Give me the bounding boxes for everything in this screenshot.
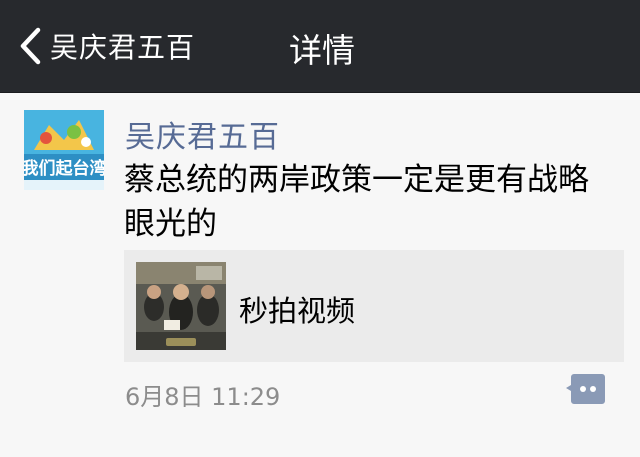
back-label: 吴庆君五百 [50, 31, 196, 64]
post-text: 蔡总统的两岸政策一定是更有战略眼光的 [124, 162, 589, 242]
avatar-image: 我们起台湾 [24, 110, 104, 190]
comment-button[interactable] [566, 372, 606, 406]
comment-bubble-icon [566, 374, 605, 404]
back-button[interactable]: 吴庆君五百 [18, 22, 195, 70]
thumbnail-image [136, 262, 226, 350]
page-title: 详情 [289, 31, 355, 70]
author-name[interactable]: 吴庆君五百 [125, 112, 280, 156]
avatar[interactable]: 我们起台湾 [24, 110, 104, 190]
video-link-card[interactable]: 秒拍视频 [124, 250, 624, 362]
video-link-title: 秒拍视频 [239, 294, 356, 328]
video-thumbnail [136, 262, 226, 350]
chevron-left-icon [20, 27, 41, 65]
moment-post: 我们起台湾 吴庆君五百 蔡总统的两岸政策一定是更有战略眼光的 秒拍视频 6月8日… [0, 92, 640, 457]
avatar-lettering: 我们起台湾 [24, 158, 104, 179]
post-timestamp: 6月8日 11:29 [125, 383, 281, 411]
navigation-bar: 吴庆君五百 详情 [0, 0, 640, 93]
